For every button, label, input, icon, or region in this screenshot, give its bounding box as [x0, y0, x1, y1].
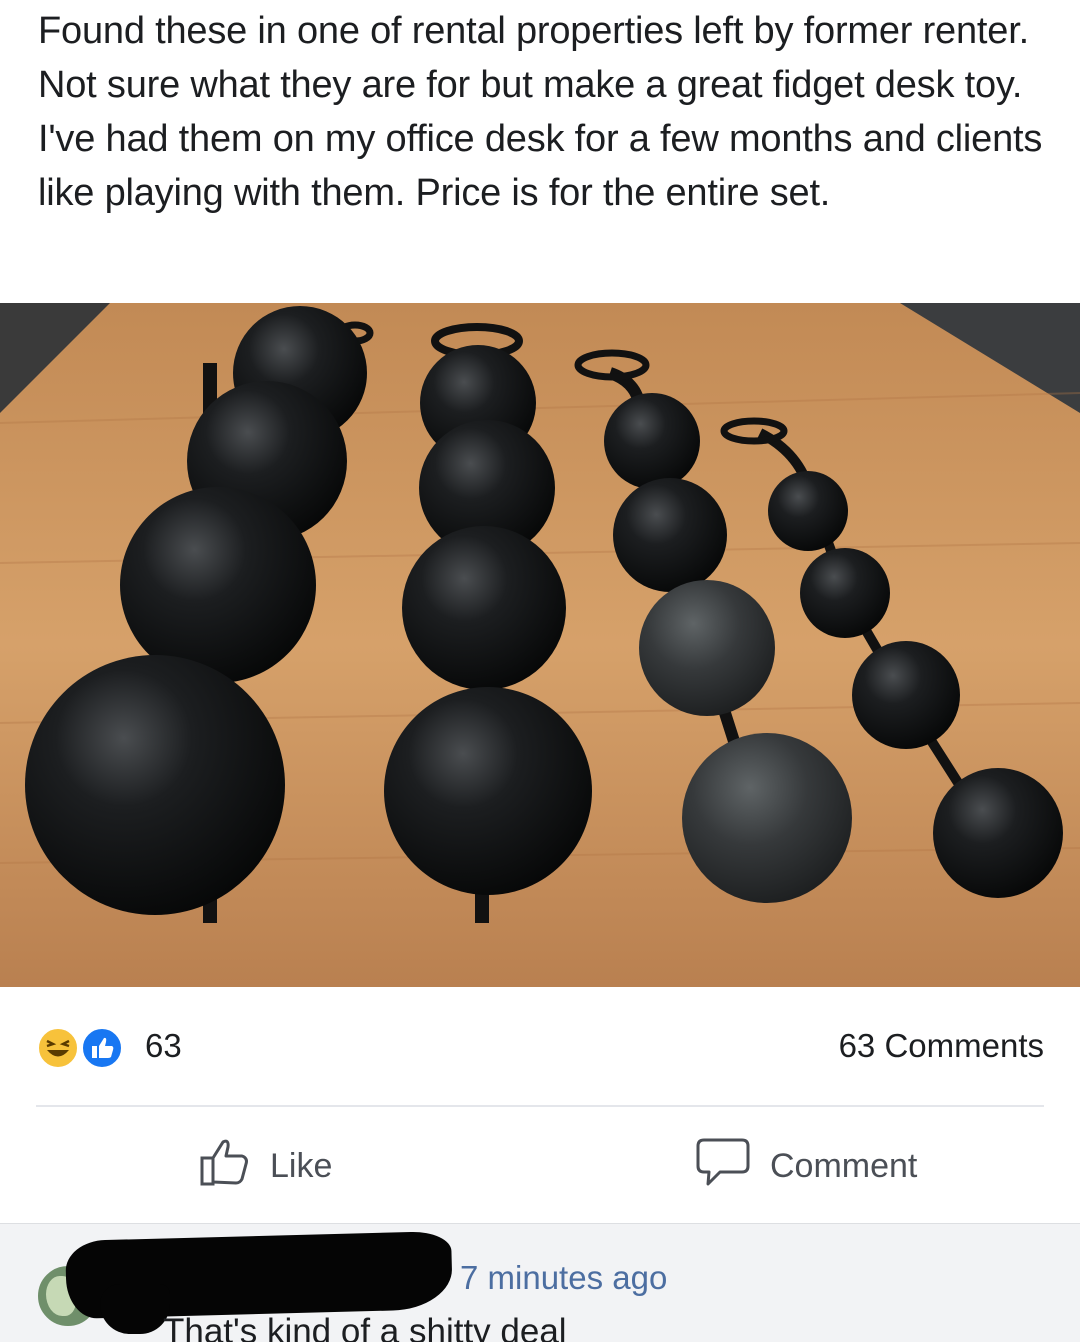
post-actions: Like Comment [0, 1108, 1080, 1223]
like-label: Like [270, 1146, 333, 1185]
reactions-summary[interactable]: 63 63 Comments [0, 1012, 1080, 1078]
comment-section: 7 minutes ago That's kind of a shitty de… [0, 1223, 1080, 1342]
post-photo[interactable] [0, 303, 1080, 987]
comment-text: That's kind of a shitty deal [163, 1312, 567, 1342]
redaction-mark [100, 1284, 170, 1334]
comment-button[interactable]: Comment [694, 1138, 917, 1194]
like-reaction-icon [80, 1026, 124, 1070]
comment-bubble-icon [694, 1134, 752, 1199]
reaction-count[interactable]: 63 [145, 1026, 182, 1066]
post-text: Found these in one of rental properties … [38, 10, 1043, 214]
comments-count-link[interactable]: 63 Comments [839, 1026, 1044, 1066]
comment-timestamp[interactable]: 7 minutes ago [460, 1258, 667, 1298]
like-button[interactable]: Like [196, 1138, 332, 1194]
haha-reaction-icon [36, 1026, 80, 1070]
thumbs-up-icon [196, 1134, 252, 1199]
divider [36, 1105, 1044, 1107]
comment-label: Comment [770, 1146, 918, 1185]
reaction-icons[interactable] [36, 1026, 136, 1070]
